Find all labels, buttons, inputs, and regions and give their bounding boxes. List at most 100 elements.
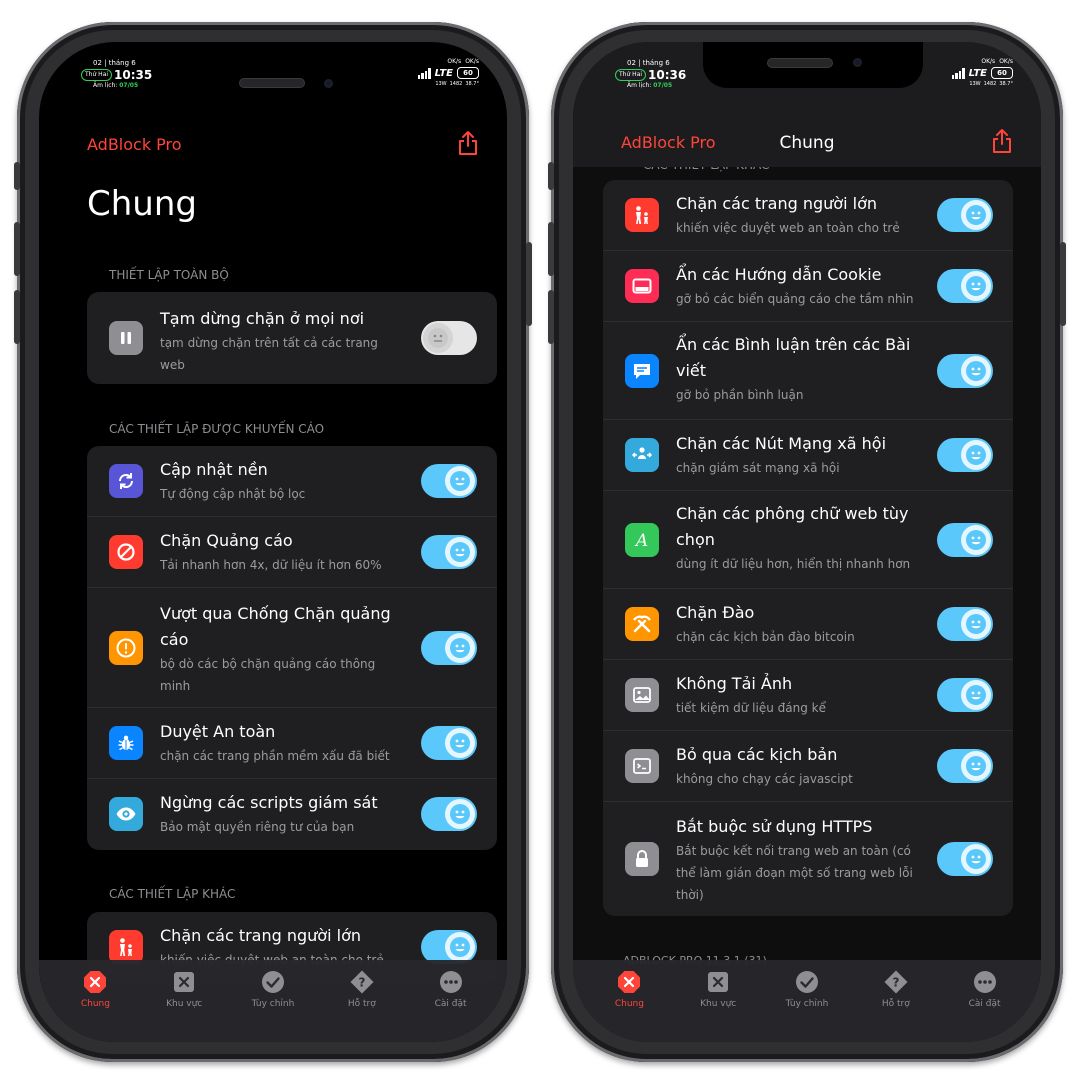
row-subtitle: Tự động cập nhật bộ lọc (160, 487, 306, 501)
force-https-toggle[interactable] (937, 842, 993, 876)
smiley-icon (450, 937, 470, 957)
row-title: Ngừng các scripts giám sát (160, 793, 378, 812)
signal-icon (951, 68, 965, 79)
block-adult-toggle[interactable] (421, 930, 477, 964)
row-title: Vượt qua Chống Chặn quảng cáo (160, 604, 391, 649)
pause-blocking-row[interactable]: Tạm dừng chặn ở mọi nơi tạm dừng chặn tr… (87, 292, 497, 384)
x-octagon-icon (618, 971, 641, 993)
alert-icon (109, 631, 143, 665)
smiley-icon (966, 276, 986, 296)
skip-scripts-toggle[interactable] (937, 749, 993, 783)
tab-regions[interactable]: Khu vực (674, 960, 763, 1042)
front-camera (853, 58, 862, 67)
row-title: Bỏ qua các kịch bản (676, 745, 838, 764)
row-subtitle: khiến việc duyệt web an toàn cho trẻ (676, 221, 900, 235)
volume-down-button (548, 290, 554, 344)
tab-general[interactable]: Chung (51, 960, 140, 1042)
row-subtitle: tạm dừng chặn trên tất cả các trang web (160, 336, 378, 372)
stop-tracking-row[interactable]: Ngừng các scripts giám sát Bảo mật quyền… (87, 779, 497, 850)
block-adult-toggle[interactable] (937, 198, 993, 232)
speed-up: OK/s (447, 58, 462, 65)
block-social-row[interactable]: Chặn các Nút Mạng xã hội chặn giám sát m… (603, 420, 1013, 491)
pause-toggle[interactable] (421, 321, 477, 355)
stop-tracking-toggle[interactable] (421, 797, 477, 831)
status-date: 02 | tháng 6 (627, 59, 670, 67)
block-social-toggle[interactable] (937, 438, 993, 472)
speed-down: OK/s (465, 58, 479, 65)
lock-icon (625, 842, 659, 876)
hide-comments-row[interactable]: Ẩn các Bình luận trên các Bài viết gỡ bỏ… (603, 322, 1013, 420)
smiley-icon (966, 445, 986, 465)
stat-power: 13W (435, 81, 447, 87)
smiley-icon (966, 530, 986, 550)
status-bar: 02 | tháng 6 Thứ Hai 10:35 Âm lịch: 07/0… (39, 42, 507, 147)
tab-support[interactable]: ? Hỗ trợ (851, 960, 940, 1042)
social-share-icon (625, 438, 659, 472)
skip-scripts-row[interactable]: Bỏ qua các kịch bản không cho chạy các j… (603, 731, 1013, 802)
block-adult-row[interactable]: Chặn các trang người lớn khiến việc duyệ… (603, 180, 1013, 251)
refresh-icon (109, 464, 143, 498)
block-images-row[interactable]: Không Tải Ảnh tiết kiệm dữ liệu đáng kể (603, 660, 1013, 731)
anti-adblock-row[interactable]: Vượt qua Chống Chặn quảng cáo bộ dò các … (87, 588, 497, 708)
block-images-toggle[interactable] (937, 678, 993, 712)
tab-custom[interactable]: Tùy chỉnh (229, 960, 318, 1042)
font-icon: A (625, 523, 659, 557)
section-header-recommended: CÁC THIẾT LẬP ĐƯỢC KHUYẾN CÁO (109, 422, 325, 436)
stat-count: 1482 (983, 81, 997, 87)
left-screen: 02 | tháng 6 Thứ Hai 10:35 Âm lịch: 07/0… (39, 42, 507, 1042)
x-square-icon (708, 972, 729, 992)
row-title: Tạm dừng chặn ở mọi nơi (160, 309, 365, 328)
tab-bar: Chung Khu vực Tùy chỉnh ? Hỗ trợ Cài đặt (39, 960, 507, 1042)
smiley-icon (450, 542, 470, 562)
status-date: 02 | tháng 6 (93, 59, 136, 67)
family-icon (625, 198, 659, 232)
side-button (1060, 242, 1066, 326)
tab-support[interactable]: ? Hỗ trợ (317, 960, 406, 1042)
status-weekday: Thứ Hai (81, 69, 113, 81)
cookie-banner-icon (625, 269, 659, 303)
stat-power: 13W (969, 81, 981, 87)
status-lunar: Âm lịch: 07/05 (93, 82, 139, 89)
tab-label: Cài đặt (434, 999, 467, 1009)
volume-up-button (548, 222, 554, 276)
mute-switch (14, 162, 20, 190)
question-diamond-icon: ? (884, 970, 908, 994)
smiley-icon (966, 614, 986, 634)
page-title: Chung (87, 184, 197, 224)
row-title: Chặn các phông chữ web tùy chọn (676, 504, 909, 549)
anti-adblock-toggle[interactable] (421, 631, 477, 665)
smiley-icon (966, 756, 986, 776)
tab-settings[interactable]: Cài đặt (940, 960, 1029, 1042)
x-square-icon (174, 972, 195, 992)
volume-down-button (14, 290, 20, 344)
block-webfonts-row[interactable]: A Chặn các phông chữ web tùy chọn dùng í… (603, 491, 1013, 589)
block-mining-toggle[interactable] (937, 607, 993, 641)
row-subtitle: dùng ít dữ liệu hơn, hiển thị nhanh hơn (676, 557, 911, 571)
safe-browsing-row[interactable]: Duyệt An toàn chặn các trang phần mềm xấ… (87, 708, 497, 779)
status-weekday: Thứ Hai (615, 69, 647, 81)
block-mining-row[interactable]: Chặn Đào chặn các kịch bản đào bitcoin (603, 589, 1013, 660)
mute-switch (548, 162, 554, 190)
row-subtitle: chặn các kịch bản đào bitcoin (676, 630, 855, 644)
block-webfonts-toggle[interactable] (937, 523, 993, 557)
tab-regions[interactable]: Khu vực (140, 960, 229, 1042)
hide-cookie-toggle[interactable] (937, 269, 993, 303)
safe-browsing-toggle[interactable] (421, 726, 477, 760)
hide-cookie-row[interactable]: Ẩn các Hướng dẫn Cookie gỡ bỏ các biển q… (603, 251, 1013, 322)
block-ads-toggle[interactable] (421, 535, 477, 569)
block-ads-row[interactable]: Chặn Quảng cáo Tải nhanh hơn 4x, dữ liệu… (87, 517, 497, 588)
tab-general[interactable]: Chung (585, 960, 674, 1042)
tab-settings[interactable]: Cài đặt (406, 960, 495, 1042)
more-circle-icon (439, 971, 462, 993)
tab-bar: Chung Khu vực Tùy chỉnh ? Hỗ trợ Cài đặt (573, 960, 1041, 1042)
tab-custom[interactable]: Tùy chỉnh (763, 960, 852, 1042)
hide-comments-toggle[interactable] (937, 354, 993, 388)
speed-down: OK/s (999, 58, 1013, 65)
background-update-toggle[interactable] (421, 464, 477, 498)
force-https-row[interactable]: Bắt buộc sử dụng HTTPS Bắt buộc kết nối … (603, 802, 1013, 916)
pause-icon (109, 321, 143, 355)
smiley-icon (966, 361, 986, 381)
question-diamond-icon: ? (350, 970, 374, 994)
tab-label: Cài đặt (968, 999, 1001, 1009)
background-update-row[interactable]: Cập nhật nền Tự động cập nhật bộ lọc (87, 446, 497, 517)
